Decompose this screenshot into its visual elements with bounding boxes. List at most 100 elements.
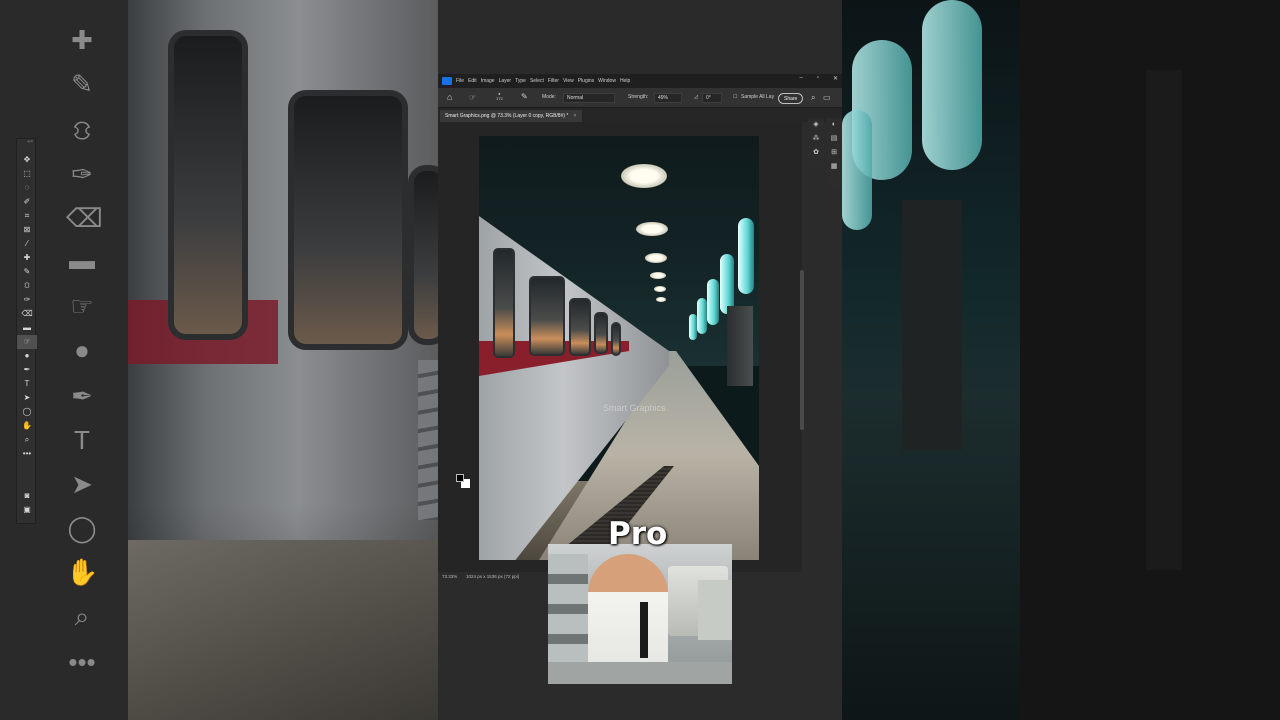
backdrop-dark (1020, 0, 1280, 720)
history-brush-tool-icon[interactable]: ✑ (17, 293, 37, 307)
brush-settings-icon[interactable]: ✎ (521, 92, 528, 101)
menu-view[interactable]: View (563, 78, 574, 84)
tools-panel: «× ✥ ⬚ ◌ ✐ ⌗ ⊠ ⁄ ✚ ✎ ⛻ ✑ ⌫ ▬ ☞ ● ✒ T ➤ ◯… (16, 138, 37, 524)
menu-file[interactable]: File (456, 78, 464, 84)
vertical-scrollbar[interactable] (800, 270, 804, 430)
gradient-tool-icon[interactable]: ▬ (17, 321, 37, 335)
crop-tool-icon[interactable]: ⌗ (17, 209, 37, 223)
mode-select[interactable]: Normal (563, 93, 615, 103)
frame-tool-icon[interactable]: ⊠ (17, 223, 37, 237)
train-window (529, 276, 565, 356)
hand-tool-icon[interactable]: ✋ (17, 419, 37, 433)
zoom-tool-icon[interactable]: ⌕ (17, 433, 37, 447)
close-button[interactable]: ✕ (833, 75, 838, 82)
layers-icon[interactable]: ◈ (808, 118, 824, 132)
libraries-icon[interactable]: ⊞ (826, 146, 842, 160)
menu-plugins[interactable]: Plugins (578, 78, 594, 84)
ellipse-tool-icon[interactable]: ◯ (17, 405, 37, 419)
smudge-icon: ☞ (70, 291, 94, 321)
maximize-button[interactable]: ▫ (817, 75, 819, 82)
sample-all-layers-label: Sample All Lay (741, 94, 775, 100)
brush-size-value: 172 (496, 96, 503, 101)
menu-filter[interactable]: Filter (548, 78, 559, 84)
options-bar: ⌂ ☞ ● 172 ✎ Mode: Normal Strength: 49% ◿ … (438, 88, 842, 108)
reaction-clip (548, 544, 732, 684)
menu-select[interactable]: Select (530, 78, 544, 84)
dodge-icon: ● (74, 335, 90, 365)
pen-icon: ✒ (71, 381, 93, 411)
watermark-text: Smart Graphics (603, 403, 666, 413)
zoom-level[interactable]: 73.33% (442, 572, 457, 582)
gradient-icon: ▬ (69, 245, 95, 275)
smudge-tool-active-icon[interactable]: ☞ (17, 335, 37, 349)
ceiling-light (656, 297, 666, 302)
menu-layer[interactable]: Layer (499, 78, 512, 84)
teal-light (738, 218, 754, 294)
menu-edit[interactable]: Edit (468, 78, 477, 84)
screen-mode-icon[interactable]: ▣ (17, 503, 37, 517)
minimize-button[interactable]: – (799, 75, 802, 82)
ceiling-light (654, 286, 666, 292)
brush-icon: ✎ (71, 69, 93, 99)
more-icon: ••• (68, 647, 96, 677)
ceiling-light (650, 272, 666, 279)
more-tools-icon[interactable]: ••• (17, 447, 37, 461)
strength-label: Strength: (628, 94, 649, 100)
angle-input[interactable]: 0° (702, 93, 722, 103)
path-select-tool-icon[interactable]: ➤ (17, 391, 37, 405)
strength-input[interactable]: 49% (654, 93, 682, 103)
marquee-tool-icon[interactable]: ⬚ (17, 167, 37, 181)
stamp-tool-icon[interactable]: ⛻ (17, 279, 37, 293)
quick-mask-icon[interactable]: ◙ (17, 489, 37, 503)
properties-icon[interactable]: ▤ (826, 132, 842, 146)
ellipse-icon: ◯ (67, 513, 97, 543)
image-panel-icon[interactable]: ▦ (826, 160, 842, 174)
panel-collapse-icon[interactable]: «× (17, 139, 35, 145)
teal-light (689, 314, 697, 340)
platform-pillar (727, 306, 753, 386)
healing-tool-icon[interactable]: ✚ (17, 251, 37, 265)
color-swatches[interactable] (17, 461, 37, 489)
home-icon[interactable]: ⌂ (447, 92, 452, 102)
train-window (594, 312, 608, 354)
pen-tool-icon[interactable]: ✒ (17, 363, 37, 377)
menu-bar: File Edit Image Layer Type Select Filter… (438, 74, 842, 88)
workspace-icon[interactable]: ▭ (823, 93, 831, 102)
document-dimensions: 1024 px x 1536 px (72 ppi) (466, 574, 520, 579)
smudge-tool-icon[interactable]: ☞ (469, 93, 476, 102)
menu-help[interactable]: Help (620, 78, 630, 84)
paths-icon[interactable]: ✿ (808, 146, 824, 160)
brush-preset-picker[interactable]: ● 172 (496, 91, 503, 101)
photoshop-logo-icon (442, 77, 452, 85)
type-tool-icon[interactable]: T (17, 377, 37, 391)
document-tab-bar: Smart Graphics.png @ 73.3% (Layer 0 copy… (438, 108, 842, 122)
eyedropper-tool-icon[interactable]: ⁄ (17, 237, 37, 251)
channels-icon[interactable]: ⁂ (808, 132, 824, 146)
search-icon[interactable]: ⌕ (811, 93, 815, 103)
menu-type[interactable]: Type (515, 78, 526, 84)
brush-tool-icon[interactable]: ✎ (17, 265, 37, 279)
foreground-color-swatch[interactable] (456, 474, 464, 482)
teal-light (707, 279, 719, 325)
document-tab[interactable]: Smart Graphics.png @ 73.3% (Layer 0 copy… (440, 110, 583, 122)
sample-all-layers-checkbox[interactable]: ☐ (733, 94, 737, 100)
train-window (493, 248, 515, 358)
quick-select-tool-icon[interactable]: ✐ (17, 195, 37, 209)
menu-window[interactable]: Window (598, 78, 616, 84)
share-button[interactable]: Share (778, 93, 804, 104)
overlay-caption: Pro (608, 516, 668, 552)
dodge-tool-icon[interactable]: ● (17, 349, 37, 363)
menu-image[interactable]: Image (481, 78, 495, 84)
train-window (569, 298, 591, 356)
hand-icon: ✋ (66, 557, 99, 587)
teal-light (720, 254, 734, 314)
lasso-tool-icon[interactable]: ◌ (17, 181, 37, 195)
eraser-tool-icon[interactable]: ⌫ (17, 307, 37, 321)
arrow-icon: ➤ (71, 469, 93, 499)
ceiling-light (621, 164, 667, 188)
move-tool-icon[interactable]: ✥ (17, 153, 37, 167)
adjustments-icon[interactable]: ◐ (826, 118, 842, 132)
document-tab-close[interactable]: × (573, 113, 576, 119)
train-window (611, 322, 621, 356)
document-canvas-image[interactable]: Smart Graphics (479, 136, 759, 560)
